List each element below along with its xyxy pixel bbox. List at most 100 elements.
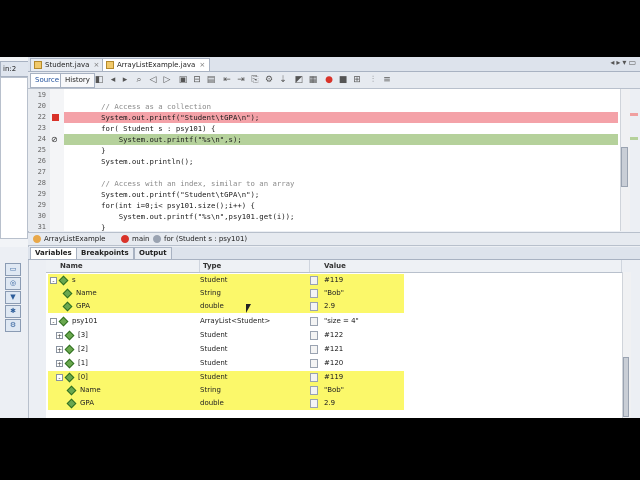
last-edit-icon[interactable]: ◧ <box>94 75 104 85</box>
back-icon[interactable]: ◂ <box>108 75 118 85</box>
variables-table[interactable]: Name Type Value - s Student #119 Name St… <box>46 260 622 418</box>
left-panel-tab[interactable]: in:2 <box>0 61 30 77</box>
stop-icon[interactable]: ■ <box>338 75 348 85</box>
collapse-icon[interactable]: - <box>56 374 63 382</box>
variable-value: #121 <box>324 345 344 353</box>
expand-icon[interactable]: + <box>56 332 63 340</box>
table-row[interactable]: + [2] Student #121 <box>46 343 622 356</box>
variables-scrollbar-thumb[interactable] <box>623 357 629 417</box>
tab-output[interactable]: Output <box>134 247 172 259</box>
code-line[interactable]: 19 <box>28 90 618 101</box>
table-row[interactable]: - [0] Student #119 <box>46 371 622 384</box>
breadcrumb-loop[interactable]: for (Student s : psy101) <box>152 234 247 244</box>
code-line[interactable]: 23 for( Student s : psy101) { <box>28 123 618 134</box>
collapse-icon[interactable]: - <box>50 318 57 326</box>
variable-type: Student <box>200 276 228 284</box>
value-editor-icon[interactable] <box>310 345 318 354</box>
variable-icon <box>58 316 69 327</box>
save-icon[interactable]: ▤ <box>206 75 216 85</box>
history-button[interactable]: History <box>60 73 95 88</box>
row-highlight <box>356 371 404 384</box>
variable-type: String <box>200 289 221 297</box>
watch-icon[interactable]: ◎ <box>5 277 21 290</box>
error-stripe-mark[interactable] <box>630 113 638 116</box>
debug-icon[interactable]: ⚙ <box>264 75 274 85</box>
breadcrumb-class[interactable]: ArrayListExample <box>32 234 105 244</box>
code-line[interactable]: 26 System.out.println(); <box>28 156 618 167</box>
shift-left-icon[interactable]: ⇤ <box>222 75 232 85</box>
column-value[interactable]: Value <box>310 260 622 272</box>
expand-icon[interactable]: + <box>56 346 63 354</box>
forward-icon[interactable]: ▸ <box>120 75 130 85</box>
code-line[interactable]: 25 } <box>28 145 618 156</box>
value-editor-icon[interactable] <box>310 359 318 368</box>
code-line-current[interactable]: ⊘ 24 System.out.printf("%s\n",s); <box>28 134 618 145</box>
filter-icon[interactable]: ▼ <box>5 291 21 304</box>
table-row[interactable]: Name String "Bob" <box>46 384 622 397</box>
tab-variables[interactable]: Variables <box>30 247 77 259</box>
error-stripe-mark[interactable] <box>630 137 638 140</box>
column-name[interactable]: Name <box>46 260 200 272</box>
variables-icon[interactable]: ▭ <box>5 263 21 276</box>
variable-name: [3] <box>78 331 88 339</box>
code-line[interactable]: 20 // Access as a collection <box>28 101 618 112</box>
code-line[interactable]: 29 System.out.printf("Student\tGPA\n"); <box>28 189 618 200</box>
macro-icon[interactable]: ⊞ <box>352 75 362 85</box>
code-line[interactable]: 30 System.out.printf("%s\n",psy101.get(i… <box>28 211 618 222</box>
code-line[interactable]: 29 for(int i=0;i< psy101.size();i++) { <box>28 200 618 211</box>
editor-scrollbar-thumb[interactable] <box>621 147 628 187</box>
element-icon <box>64 344 75 355</box>
source-button[interactable]: Source <box>30 73 65 88</box>
column-type[interactable]: Type <box>200 260 310 272</box>
tab-navigation-icon[interactable]: ◂▸▾▭ <box>610 58 638 67</box>
value-editor-icon[interactable] <box>310 276 318 285</box>
table-row[interactable]: Name String "Bob" <box>46 287 622 300</box>
run-icon[interactable]: ⎘ <box>250 75 260 85</box>
table-row[interactable]: - psy101 ArrayList<Student> "size = 4" <box>46 315 622 328</box>
variable-name: psy101 <box>72 317 98 325</box>
step-icon[interactable]: ⇣ <box>278 75 288 85</box>
value-editor-icon[interactable] <box>310 289 318 298</box>
breadcrumb-method[interactable]: main <box>120 234 150 244</box>
toggle-highlight-icon[interactable]: ▣ <box>178 75 188 85</box>
uncomment-icon[interactable]: ⫶ <box>368 75 378 85</box>
shift-right-icon[interactable]: ⇥ <box>236 75 246 85</box>
stop-recording-icon[interactable]: ● <box>324 75 334 85</box>
variable-name: Name <box>76 289 97 297</box>
code-line[interactable]: 28 // Access with an index, similar to a… <box>28 178 618 189</box>
value-editor-icon[interactable] <box>310 399 318 408</box>
table-row[interactable]: GPA double 2.9 <box>46 300 622 313</box>
value-editor-icon[interactable] <box>310 317 318 326</box>
table-row[interactable]: - s Student #119 <box>46 274 622 287</box>
tab-student-java[interactable]: Student.java × <box>30 58 105 71</box>
settings-icon[interactable]: ⚙ <box>5 319 21 332</box>
code-editor[interactable]: 19 20 // Access as a collection 22 Syste… <box>28 89 628 232</box>
tab-label: Student.java <box>45 61 90 69</box>
find-icon[interactable]: ⌕ <box>134 75 144 85</box>
comment-icon[interactable]: ▦ <box>308 75 318 85</box>
table-row[interactable]: GPA double 2.9 <box>46 397 622 410</box>
expand-icon[interactable]: + <box>56 360 63 368</box>
bug-icon[interactable]: ✱ <box>5 305 21 318</box>
code-line[interactable]: 27 <box>28 167 618 178</box>
projects-tree[interactable] <box>0 77 28 239</box>
value-editor-icon[interactable] <box>310 302 318 311</box>
code-line-breakpoint[interactable]: 22 System.out.printf("Student\tGPA\n"); <box>28 112 618 123</box>
next-occurrence-icon[interactable]: ▷ <box>162 75 172 85</box>
collapse-icon[interactable]: - <box>50 277 57 285</box>
value-editor-icon[interactable] <box>310 331 318 340</box>
format-icon[interactable]: ≡ <box>382 75 392 85</box>
breakpoint-icon[interactable] <box>52 114 59 121</box>
close-icon[interactable]: × <box>199 61 205 69</box>
toggle-bookmark-icon[interactable]: ◩ <box>294 75 304 85</box>
value-editor-icon[interactable] <box>310 386 318 395</box>
toggle-rect-select-icon[interactable]: ⊟ <box>192 75 202 85</box>
table-row[interactable]: + [3] Student #122 <box>46 329 622 342</box>
value-editor-icon[interactable] <box>310 373 318 382</box>
close-icon[interactable]: × <box>93 61 99 69</box>
previous-occurrence-icon[interactable]: ◁ <box>148 75 158 85</box>
table-row[interactable]: + [1] Student #120 <box>46 357 622 370</box>
tab-arraylistexample-java[interactable]: ArrayListExample.java × <box>102 58 211 71</box>
tab-breakpoints[interactable]: Breakpoints <box>76 247 134 259</box>
line-number: 27 <box>37 168 46 176</box>
